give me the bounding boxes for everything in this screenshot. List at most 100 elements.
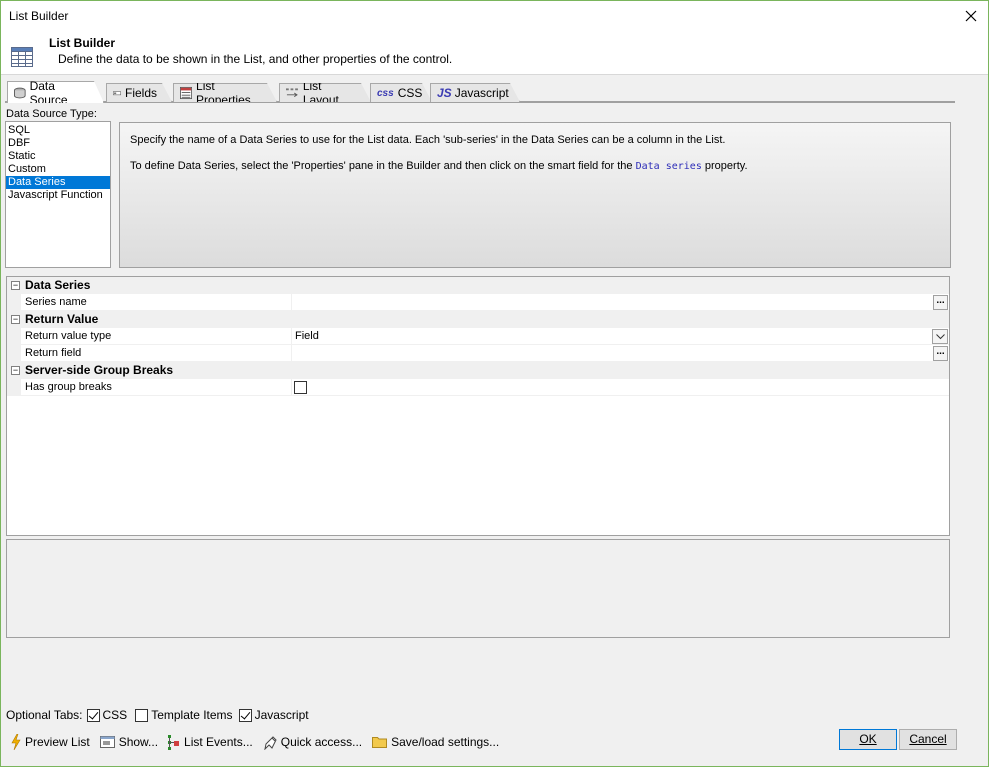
ok-button[interactable]: OK [839,729,897,750]
javascript-checkbox-label[interactable]: Javascript [255,708,309,722]
description-panel [6,539,950,638]
preview-list-button[interactable]: Preview List [11,734,90,750]
list-builder-window: List Builder List Builder Define the dat… [0,0,989,767]
optional-tabs: Optional Tabs: CSS Template Items Javasc… [6,707,309,723]
column-separator [291,294,292,311]
tab-label: Fields [124,86,157,100]
column-separator [291,328,292,345]
tab-css[interactable]: css CSS [370,83,432,102]
return-value-type-value[interactable]: Field [295,330,319,342]
events-icon [168,734,180,750]
info-line-1: Specify the name of a Data Series to use… [130,134,726,146]
javascript-checkbox[interactable] [238,708,252,722]
category-data-series[interactable]: − Data Series [7,277,949,294]
info-line-2-text: To define Data Series, select the 'Prope… [130,160,633,172]
category-label: Data Series [25,278,91,292]
collapse-icon[interactable]: − [11,315,20,324]
chevron-down-icon[interactable] [932,329,948,344]
tab-list-layout[interactable]: List Layout [279,83,371,102]
info-panel: Specify the name of a Data Series to use… [119,122,951,268]
category-label: Server-side Group Breaks [25,363,174,377]
data-series-code: Data series [635,161,702,172]
property-name: Series name [25,296,87,308]
category-label: Return Value [25,312,99,326]
folder-icon [372,737,388,748]
property-grid: − Data Series Series name ... − Return V… [6,276,950,536]
property-row-return-value-type[interactable]: Return value type Field [7,328,949,345]
tab-fields[interactable]: Fields [106,83,172,102]
template-items-checkbox-label[interactable]: Template Items [151,708,232,722]
data-source-type-list[interactable]: SQL DBF Static Custom Data Series Javasc… [5,121,111,268]
collapse-icon[interactable]: − [11,281,20,290]
quick-access-label: Quick access... [280,735,363,749]
template-items-checkbox[interactable] [135,708,149,722]
ok-button-label: OK [859,732,877,746]
save-load-settings-button[interactable]: Save/load settings... [372,735,499,749]
data-source-type-label: Data Source Type: [6,108,97,120]
title-bar: List Builder [1,1,988,31]
show-icon [99,736,115,748]
preview-list-label: Preview List [25,735,90,749]
row-divider [21,395,949,396]
tab-javascript[interactable]: JS Javascript [430,83,520,102]
collapse-icon[interactable]: − [11,366,20,375]
property-row-return-field[interactable]: Return field ... [7,345,949,362]
row-gutter [7,294,21,311]
cancel-button[interactable]: Cancel [899,729,957,750]
tab-list-properties[interactable]: List Properties [173,83,277,102]
property-name: Has group breaks [25,381,112,393]
list-builder-icon [11,47,33,67]
close-icon[interactable] [954,1,988,31]
tab-label: CSS [397,86,423,100]
list-item-custom[interactable]: Custom [6,163,110,176]
series-name-ellipsis-button[interactable]: ... [933,295,948,310]
quick-access-button[interactable]: Quick access... [263,735,362,750]
cancel-button-label: Cancel [909,732,947,746]
show-button[interactable]: Show... [99,735,159,749]
tab-label: Javascript [454,86,509,100]
show-label: Show... [118,735,159,749]
list-item-sql[interactable]: SQL [6,124,110,137]
list-item-static[interactable]: Static [6,150,110,163]
database-icon [14,87,26,99]
row-gutter [7,328,21,345]
css-icon: css [377,87,394,99]
header-title: List Builder [49,36,116,50]
lightning-icon [11,734,21,750]
property-name: Return field [25,347,82,359]
property-row-series-name[interactable]: Series name ... [7,294,949,311]
info-line-2: To define Data Series, select the 'Prope… [130,160,748,172]
column-separator [291,345,292,362]
property-row-has-group-breaks[interactable]: Has group breaks [7,379,949,396]
category-server-side-group-breaks[interactable]: − Server-side Group Breaks [7,362,949,379]
info-line-2-end: property. [704,160,748,172]
optional-tabs-label: Optional Tabs: [6,708,83,722]
window-title: List Builder [9,9,69,23]
properties-icon [180,86,192,100]
js-icon: JS [437,86,452,100]
quick-access-icon [264,735,277,750]
list-item-data-series[interactable]: Data Series [6,176,110,189]
return-field-ellipsis-button[interactable]: ... [933,346,948,361]
property-name: Return value type [25,330,112,342]
css-checkbox[interactable] [86,708,100,722]
header-subtitle: Define the data to be shown in the List,… [58,52,453,66]
css-checkbox-label[interactable]: CSS [103,708,128,722]
list-events-button[interactable]: List Events... [168,734,253,750]
field-icon [113,88,121,98]
tab-data-source[interactable]: Data Source [7,81,104,103]
list-item-javascript-function[interactable]: Javascript Function [6,189,110,202]
list-events-label: List Events... [184,735,253,749]
bottom-toolbar: Preview List Show... List Events... Quic… [11,732,509,752]
row-gutter [7,345,21,362]
has-group-breaks-checkbox[interactable] [294,381,307,394]
save-load-settings-label: Save/load settings... [391,735,500,749]
dialog-header: List Builder Define the data to be shown… [1,31,988,75]
tab-strip: Data Source Fields List Properties List … [5,81,955,103]
tab-label: Data Source [29,78,68,107]
list-item-dbf[interactable]: DBF [6,137,110,150]
row-gutter [7,379,21,396]
column-separator [291,379,292,396]
layout-icon [286,87,299,99]
category-return-value[interactable]: − Return Value [7,311,949,328]
